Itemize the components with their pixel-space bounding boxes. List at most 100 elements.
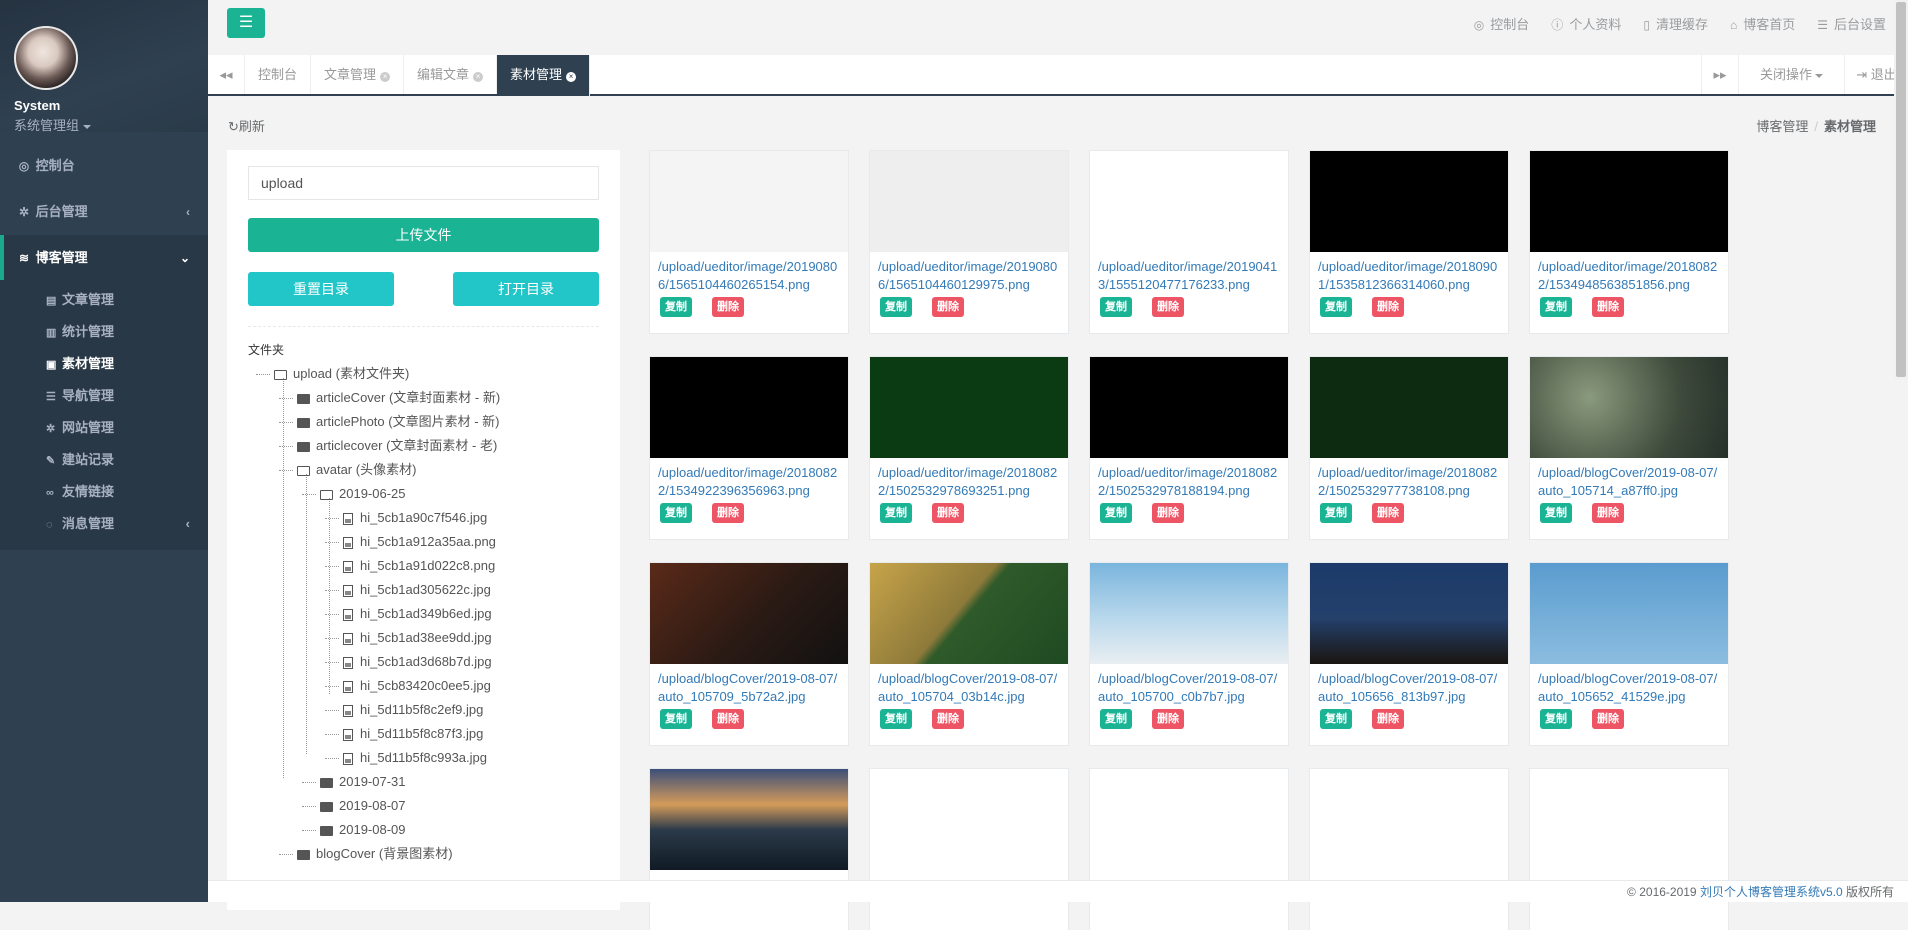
copy-button[interactable]: 复制 xyxy=(880,503,912,523)
media-thumbnail[interactable] xyxy=(1310,563,1508,664)
media-thumbnail[interactable] xyxy=(1530,563,1728,664)
media-thumbnail[interactable] xyxy=(1310,151,1508,252)
media-thumbnail[interactable] xyxy=(1530,769,1728,870)
path-input[interactable] xyxy=(248,166,599,200)
copy-button[interactable]: 复制 xyxy=(1100,709,1132,729)
copy-button[interactable]: 复制 xyxy=(1320,709,1352,729)
media-thumbnail[interactable] xyxy=(1090,151,1288,252)
tree-file[interactable]: hi_5d11b5f8c993a.jpg xyxy=(248,746,599,770)
reset-directory-button[interactable]: 重置目录 xyxy=(248,272,394,306)
media-path-link[interactable]: /upload/ueditor/image/20190806/156510446… xyxy=(870,252,1068,294)
media-thumbnail[interactable] xyxy=(1530,151,1728,252)
open-directory-button[interactable]: 打开目录 xyxy=(453,272,599,306)
tree-folder[interactable]: articlecover (文章封面素材 - 老) xyxy=(248,434,599,458)
delete-button[interactable]: 删除 xyxy=(712,709,744,729)
copy-button[interactable]: 复制 xyxy=(1100,297,1132,317)
close-icon[interactable]: × xyxy=(380,72,391,82)
delete-button[interactable]: 删除 xyxy=(1152,297,1184,317)
tab-articles[interactable]: 文章管理 × xyxy=(311,55,405,94)
sidebar-item-stats[interactable]: ▥ 统计管理 xyxy=(0,316,208,348)
tree-file[interactable]: hi_5cb1ad3d68b7d.jpg xyxy=(248,650,599,674)
media-path-link[interactable]: /upload/ueditor/image/20180822/150253297… xyxy=(870,458,1068,500)
tab-media[interactable]: 素材管理 × xyxy=(497,55,591,96)
sidebar-item-blog[interactable]: ≋ 博客管理 ⌄ xyxy=(0,235,208,280)
tab-dashboard[interactable]: 控制台 xyxy=(245,55,312,94)
media-thumbnail[interactable] xyxy=(870,357,1068,458)
media-thumbnail[interactable] xyxy=(870,769,1068,870)
tree-file[interactable]: hi_5cb1a91d022c8.png xyxy=(248,554,599,578)
menu-toggle-button[interactable]: ☰ xyxy=(227,8,265,38)
copy-button[interactable]: 复制 xyxy=(1320,503,1352,523)
media-path-link[interactable]: /upload/ueditor/image/20190413/155512047… xyxy=(1090,252,1288,294)
tree-file[interactable]: hi_5cb1ad305622c.jpg xyxy=(248,578,599,602)
tree-folder[interactable]: 2019-06-25 xyxy=(248,482,599,506)
sidebar-item-site[interactable]: ✲ 网站管理 xyxy=(0,412,208,444)
media-thumbnail[interactable] xyxy=(870,563,1068,664)
copy-button[interactable]: 复制 xyxy=(660,709,692,729)
copy-button[interactable]: 复制 xyxy=(1540,503,1572,523)
media-thumbnail[interactable] xyxy=(1090,563,1288,664)
delete-button[interactable]: 删除 xyxy=(1152,503,1184,523)
tab-scroll-right-button[interactable]: ▸▸ xyxy=(1701,55,1738,94)
sidebar-item-admin[interactable]: ✲ 后台管理 ‹ xyxy=(0,189,208,235)
close-icon[interactable]: × xyxy=(566,72,577,82)
media-thumbnail[interactable] xyxy=(1310,357,1508,458)
footer-link[interactable]: 刘贝个人博客管理系统v5.0 xyxy=(1700,885,1843,899)
media-path-link[interactable]: /upload/ueditor/image/20190806/156510446… xyxy=(650,252,848,294)
delete-button[interactable]: 删除 xyxy=(1592,709,1624,729)
media-thumbnail[interactable] xyxy=(1090,769,1288,870)
tab-edit-article[interactable]: 编辑文章 × xyxy=(404,55,498,94)
delete-button[interactable]: 删除 xyxy=(712,503,744,523)
media-path-link[interactable]: /upload/ueditor/image/20180822/150253297… xyxy=(1310,458,1508,500)
media-path-link[interactable]: /upload/blogCover/2019-08-07/auto_105652… xyxy=(1530,664,1728,706)
close-operations-dropdown[interactable]: 关闭操作 xyxy=(1738,55,1844,94)
tree-folder[interactable]: 2019-08-09 xyxy=(248,818,599,842)
sidebar-item-dashboard[interactable]: ◎ 控制台 xyxy=(0,143,208,189)
delete-button[interactable]: 删除 xyxy=(932,297,964,317)
media-path-link[interactable]: /upload/blogCover/2019-08-07/auto_105709… xyxy=(650,664,848,706)
tree-folder[interactable]: blogCover (背景图素材) xyxy=(248,842,599,866)
media-thumbnail[interactable] xyxy=(1530,357,1728,458)
tree-folder[interactable]: 2019-07-31 xyxy=(248,770,599,794)
copy-button[interactable]: 复制 xyxy=(880,709,912,729)
tree-file[interactable]: hi_5cb1ad349b6ed.jpg xyxy=(248,602,599,626)
sidebar-item-media[interactable]: ▣ 素材管理 xyxy=(0,348,208,380)
copy-button[interactable]: 复制 xyxy=(1320,297,1352,317)
profile-group-dropdown[interactable]: 系统管理组 xyxy=(14,115,208,134)
top-link-settings[interactable]: ☰ 后台设置 xyxy=(1817,14,1886,33)
tree-file[interactable]: hi_5d11b5f8c87f3.jpg xyxy=(248,722,599,746)
media-thumbnail[interactable] xyxy=(650,357,848,458)
sidebar-item-articles[interactable]: ▤ 文章管理 xyxy=(0,284,208,316)
tree-folder[interactable]: avatar (头像素材) xyxy=(248,458,599,482)
delete-button[interactable]: 删除 xyxy=(1372,503,1404,523)
media-thumbnail[interactable] xyxy=(650,151,848,252)
tab-scroll-left-button[interactable]: ◂◂ xyxy=(208,55,245,94)
refresh-button[interactable]: ↻刷新 xyxy=(228,116,265,135)
media-path-link[interactable]: /upload/ueditor/image/20180901/153581236… xyxy=(1310,252,1508,294)
sidebar-item-history[interactable]: ✎ 建站记录 xyxy=(0,444,208,476)
delete-button[interactable]: 删除 xyxy=(1152,709,1184,729)
tree-file[interactable]: hi_5cb1a90c7f546.jpg xyxy=(248,506,599,530)
media-path-link[interactable]: /upload/blogCover/2019-08-07/auto_105656… xyxy=(1310,664,1508,706)
sidebar-item-links[interactable]: ∞ 友情链接 xyxy=(0,476,208,508)
upload-file-button[interactable]: 上传文件 xyxy=(248,218,599,252)
sidebar-item-nav[interactable]: ☰ 导航管理 xyxy=(0,380,208,412)
tree-folder[interactable]: upload (素材文件夹) xyxy=(248,362,599,386)
scrollbar-thumb[interactable] xyxy=(1896,2,1906,377)
tree-folder[interactable]: articleCover (文章封面素材 - 新) xyxy=(248,386,599,410)
media-thumbnail[interactable] xyxy=(1090,357,1288,458)
copy-button[interactable]: 复制 xyxy=(880,297,912,317)
tree-file[interactable]: hi_5d11b5f8c2ef9.jpg xyxy=(248,698,599,722)
copy-button[interactable]: 复制 xyxy=(1540,709,1572,729)
media-thumbnail[interactable] xyxy=(1310,769,1508,870)
close-icon[interactable]: × xyxy=(473,72,484,82)
copy-button[interactable]: 复制 xyxy=(660,297,692,317)
tree-file[interactable]: hi_5cb83420c0ee5.jpg xyxy=(248,674,599,698)
media-path-link[interactable]: /upload/blogCover/2019-08-07/auto_105714… xyxy=(1530,458,1728,500)
tree-folder[interactable]: articlePhoto (文章图片素材 - 新) xyxy=(248,410,599,434)
media-path-link[interactable]: /upload/blogCover/2019-08-07/auto_105700… xyxy=(1090,664,1288,706)
delete-button[interactable]: 删除 xyxy=(932,709,964,729)
top-link-blog-home[interactable]: ⌂ 博客首页 xyxy=(1730,14,1795,33)
delete-button[interactable]: 删除 xyxy=(712,297,744,317)
media-thumbnail[interactable] xyxy=(650,769,848,870)
